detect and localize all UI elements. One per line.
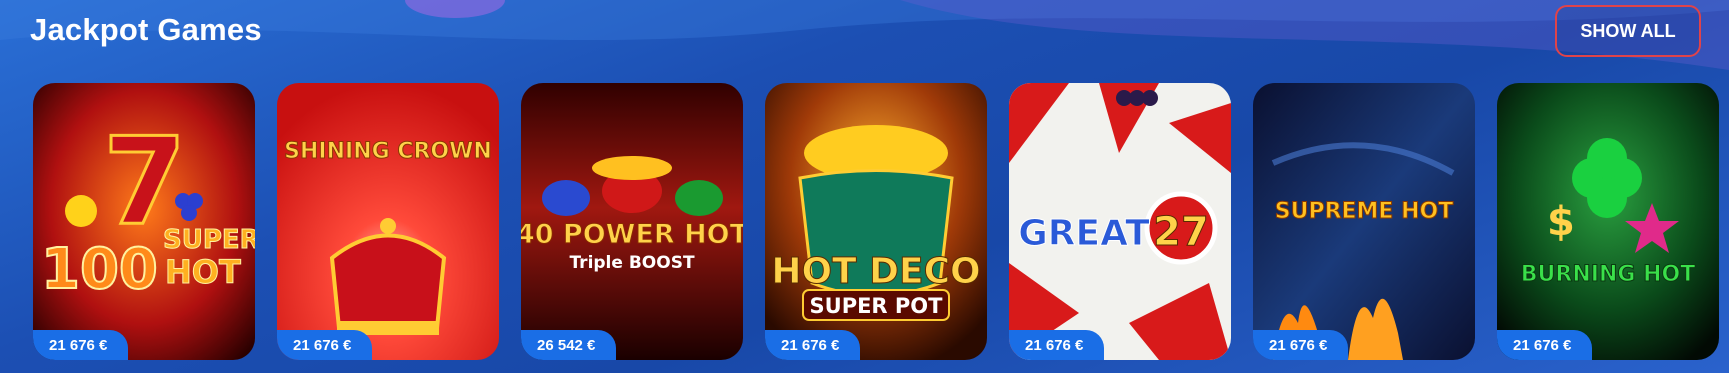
svg-text:SHINING CROWN: SHINING CROWN: [284, 139, 492, 164]
game-card[interactable]: $ BURNING HOT 21 676 €: [1497, 83, 1719, 360]
svg-text:SUPER: SUPER: [163, 225, 255, 255]
game-card[interactable]: SHINING CROWN 21 676 €: [277, 83, 499, 360]
game-card[interactable]: 7 100 SUPER HOT 21 676 €: [33, 83, 255, 360]
show-all-button[interactable]: SHOW ALL: [1555, 5, 1701, 57]
jackpot-badge: 21 676 €: [1497, 330, 1592, 360]
svg-text:HOT: HOT: [165, 253, 241, 291]
game-card[interactable]: GREAT 27 21 676 €: [1009, 83, 1231, 360]
jackpot-badge: 21 676 €: [1009, 330, 1104, 360]
svg-text:HOT DECO: HOT DECO: [771, 251, 980, 292]
section-title: Jackpot Games: [30, 12, 262, 47]
svg-text:$: $: [1547, 199, 1575, 245]
games-carousel: 7 100 SUPER HOT 21 676 € SHINING CROWN 2…: [33, 83, 1729, 360]
svg-text:Triple BOOST: Triple BOOST: [569, 253, 694, 273]
svg-text:BURNING HOT: BURNING HOT: [1521, 262, 1695, 287]
game-card[interactable]: 40 POWER HOT Triple BOOST 26 542 €: [521, 83, 743, 360]
game-thumbnail-supreme-hot: SUPREME HOT: [1253, 83, 1475, 360]
jackpot-badge: 21 676 €: [277, 330, 372, 360]
game-thumbnail-great-27: GREAT 27: [1009, 83, 1231, 360]
game-thumbnail-hot-deco: HOT DECO SUPER POT: [765, 83, 987, 360]
svg-text:SUPER POT: SUPER POT: [810, 294, 944, 318]
game-thumbnail-burning-hot: $ BURNING HOT: [1497, 83, 1719, 360]
thumb-text: 100: [41, 237, 158, 302]
svg-text:40 POWER HOT: 40 POWER HOT: [521, 219, 743, 250]
svg-text:GREAT: GREAT: [1018, 213, 1150, 254]
game-thumbnail-100-super-hot: 7 100 SUPER HOT: [33, 83, 255, 360]
game-thumbnail-shining-crown: SHINING CROWN: [277, 83, 499, 360]
jackpot-badge: 21 676 €: [765, 330, 860, 360]
jackpot-badge: 21 676 €: [1253, 330, 1348, 360]
game-card[interactable]: SUPREME HOT 21 676 €: [1253, 83, 1475, 360]
jackpot-badge: 21 676 €: [33, 330, 128, 360]
jackpot-badge: 26 542 €: [521, 330, 616, 360]
section-header: Jackpot Games SHOW ALL: [0, 0, 1729, 70]
svg-text:SUPREME HOT: SUPREME HOT: [1275, 199, 1454, 224]
game-card[interactable]: HOT DECO SUPER POT 21 676 €: [765, 83, 987, 360]
game-thumbnail-40-power-hot: 40 POWER HOT Triple BOOST: [521, 83, 743, 360]
svg-text:27: 27: [1153, 209, 1209, 255]
